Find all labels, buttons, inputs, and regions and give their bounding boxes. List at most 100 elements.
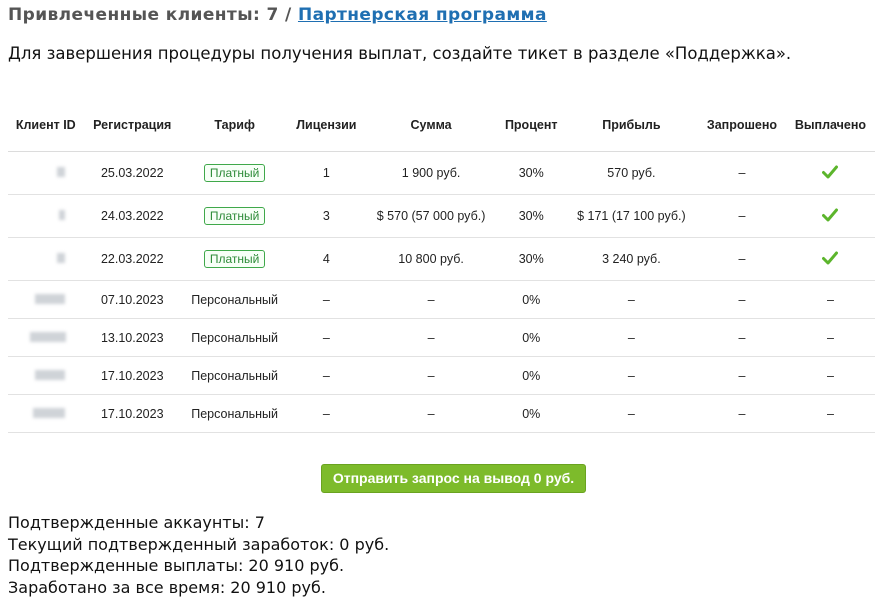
redacted-id xyxy=(34,293,65,304)
plan-badge: Платный xyxy=(203,250,266,268)
licenses-cell: 3 xyxy=(288,194,365,238)
plan-cell: Платный xyxy=(180,237,289,281)
table-row: 24.03.2022 Платный 3 $ 570 (57 000 руб.)… xyxy=(8,194,875,238)
support-notice: Для завершения процедуры получения выпла… xyxy=(8,44,792,63)
col-sum: Сумма xyxy=(364,99,498,152)
client-id-cell xyxy=(8,394,84,433)
licenses-cell: – xyxy=(288,394,365,433)
plan-cell: Персональный xyxy=(180,394,289,433)
col-paid: Выплачено xyxy=(785,99,875,152)
licenses-cell: – xyxy=(288,356,365,395)
col-percent: Процент xyxy=(497,99,565,152)
registration-cell: 07.10.2023 xyxy=(83,280,181,319)
paid-cell: – xyxy=(785,318,875,357)
paid-cell xyxy=(785,237,875,281)
current-confirmed-earnings: Текущий подтвержденный заработок: 0 руб. xyxy=(8,534,390,554)
sum-cell: – xyxy=(364,280,498,319)
client-id-cell xyxy=(8,356,84,395)
client-id-cell xyxy=(8,280,84,319)
sum-cell: – xyxy=(364,394,498,433)
licenses-cell: – xyxy=(288,318,365,357)
licenses-cell: 4 xyxy=(288,237,365,281)
profit-cell: 570 руб. xyxy=(564,151,699,195)
table-row: 17.10.2023 Персональный – – 0% – – – xyxy=(8,394,875,433)
col-client-id: Клиент ID xyxy=(8,99,84,152)
col-registration: Регистрация xyxy=(83,99,181,152)
requested-cell: – xyxy=(698,356,786,395)
table-row: 13.10.2023 Персональный – – 0% – – – xyxy=(8,318,875,357)
table-row: 22.03.2022 Платный 4 10 800 руб. 30% 3 2… xyxy=(8,237,875,281)
sum-cell: $ 570 (57 000 руб.) xyxy=(364,194,498,238)
requested-cell: – xyxy=(698,318,786,357)
percent-cell: 30% xyxy=(497,151,565,195)
check-icon xyxy=(822,208,839,222)
sum-cell: 1 900 руб. xyxy=(364,151,498,195)
profit-cell: – xyxy=(564,394,699,433)
registration-cell: 25.03.2022 xyxy=(83,151,181,195)
client-id-cell xyxy=(8,151,84,195)
registration-cell: 22.03.2022 xyxy=(83,237,181,281)
percent-cell: 0% xyxy=(497,318,565,357)
redacted-id xyxy=(56,253,65,263)
redacted-id xyxy=(34,369,65,380)
redacted-id xyxy=(56,167,65,177)
plan-cell: Персональный xyxy=(180,356,289,395)
paid-cell: – xyxy=(785,394,875,433)
plan-cell: Персональный xyxy=(180,318,289,357)
requested-cell: – xyxy=(698,394,786,433)
client-id-cell xyxy=(8,318,84,357)
redacted-id xyxy=(32,407,65,418)
registration-cell: 17.10.2023 xyxy=(83,356,181,395)
requested-cell: – xyxy=(698,151,786,195)
profit-cell: – xyxy=(564,356,699,395)
title-prefix: Привлеченные клиенты: 7 / xyxy=(8,5,292,25)
plan-cell: Персональный xyxy=(180,280,289,319)
col-profit: Прибыль xyxy=(564,99,699,152)
licenses-cell: – xyxy=(288,280,365,319)
client-id-cell xyxy=(8,194,84,238)
redacted-id xyxy=(58,210,65,220)
clients-table: Клиент ID Регистрация Тариф Лицензии Сум… xyxy=(8,99,875,433)
profit-cell: 3 240 руб. xyxy=(564,237,699,281)
profit-cell: $ 171 (17 100 руб.) xyxy=(564,194,699,238)
plan-cell: Платный xyxy=(180,194,289,238)
percent-cell: 0% xyxy=(497,280,565,319)
sum-cell: – xyxy=(364,318,498,357)
registration-cell: 13.10.2023 xyxy=(83,318,181,357)
percent-cell: 0% xyxy=(497,394,565,433)
plan-badge: Платный xyxy=(203,207,266,225)
client-id-cell xyxy=(8,237,84,281)
paid-cell: – xyxy=(785,356,875,395)
col-requested: Запрошено xyxy=(698,99,786,152)
sum-cell: 10 800 руб. xyxy=(364,237,498,281)
earnings-summary: Подтвержденные аккаунты: 7 Текущий подтв… xyxy=(8,512,389,598)
requested-cell: – xyxy=(698,194,786,238)
partner-program-link[interactable]: Партнерская программа xyxy=(298,5,547,25)
profit-cell: – xyxy=(564,318,699,357)
confirmed-accounts: Подтвержденные аккаунты: 7 xyxy=(8,513,265,532)
table-header-row: Клиент ID Регистрация Тариф Лицензии Сум… xyxy=(8,99,875,152)
check-icon xyxy=(822,251,839,265)
table-row: 25.03.2022 Платный 1 1 900 руб. 30% 570 … xyxy=(8,151,875,195)
withdraw-request-button[interactable]: Отправить запрос на вывод 0 руб. xyxy=(321,464,586,493)
col-plan: Тариф xyxy=(180,99,289,152)
plan-cell: Платный xyxy=(180,151,289,195)
plan-badge: Платный xyxy=(203,164,266,182)
col-licenses: Лицензии xyxy=(288,99,365,152)
paid-cell xyxy=(785,151,875,195)
paid-cell: – xyxy=(785,280,875,319)
percent-cell: 30% xyxy=(497,237,565,281)
requested-cell: – xyxy=(698,237,786,281)
paid-cell xyxy=(785,194,875,238)
percent-cell: 30% xyxy=(497,194,565,238)
sum-cell: – xyxy=(364,356,498,395)
percent-cell: 0% xyxy=(497,356,565,395)
profit-cell: – xyxy=(564,280,699,319)
confirmed-payouts: Подтвержденные выплаты: 20 910 руб. xyxy=(8,556,345,575)
total-earned: Заработано за все время: 20 910 руб. xyxy=(8,577,326,597)
redacted-id xyxy=(29,331,66,342)
registration-cell: 24.03.2022 xyxy=(83,194,181,238)
table-row: 07.10.2023 Персональный – – 0% – – – xyxy=(8,280,875,319)
table-row: 17.10.2023 Персональный – – 0% – – – xyxy=(8,356,875,395)
registration-cell: 17.10.2023 xyxy=(83,394,181,433)
